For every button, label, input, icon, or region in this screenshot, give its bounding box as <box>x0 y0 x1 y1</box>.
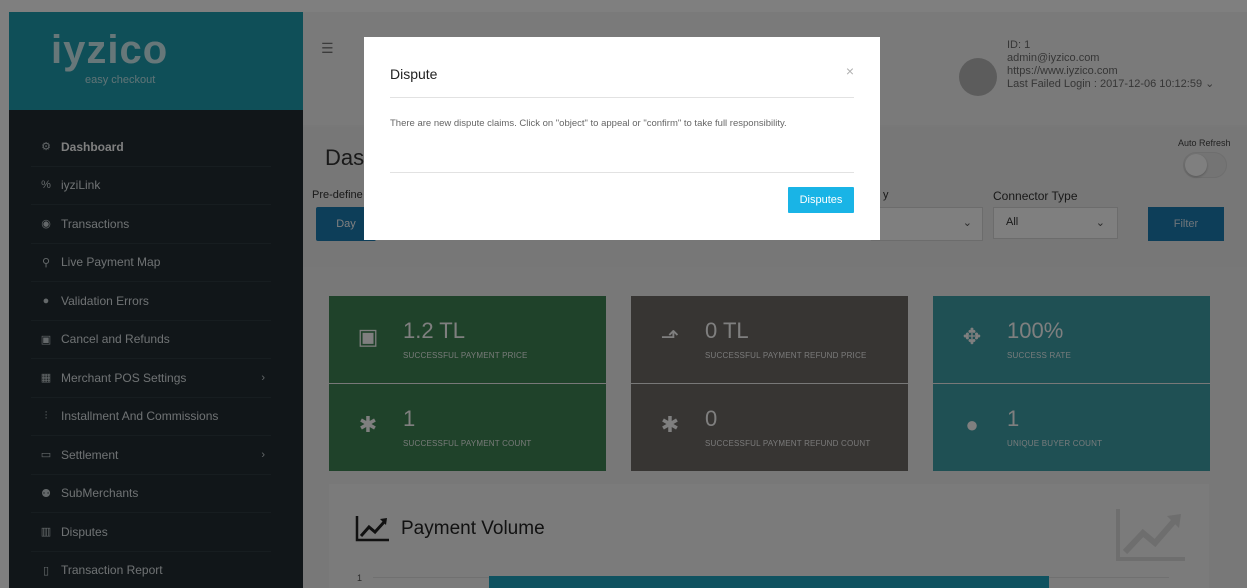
disputes-button[interactable]: Disputes <box>788 187 854 213</box>
modal-divider <box>390 97 854 98</box>
modal-divider <box>390 172 854 173</box>
modal-message: There are new dispute claims. Click on "… <box>390 118 787 129</box>
close-icon[interactable]: × <box>846 63 854 79</box>
modal-title: Dispute <box>390 66 438 82</box>
dispute-modal: Dispute × There are new dispute claims. … <box>364 37 880 240</box>
